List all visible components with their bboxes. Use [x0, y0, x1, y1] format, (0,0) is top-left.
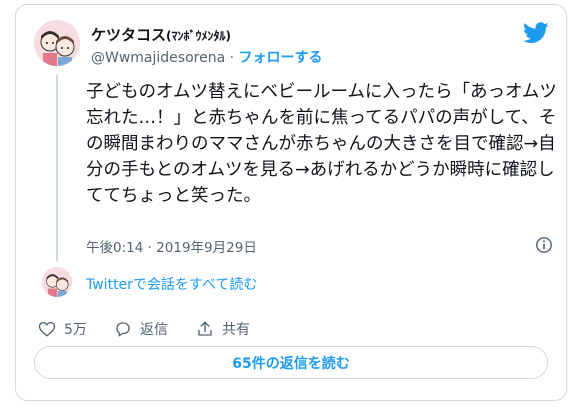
twitter-bird-icon[interactable] — [523, 22, 549, 44]
read-conversation-link[interactable]: Twitterで会話をすべて読む — [86, 274, 257, 294]
share-icon — [198, 321, 212, 336]
share-label: 共有 — [222, 322, 250, 338]
read-replies-button[interactable]: 65件の返信を読む — [34, 346, 548, 379]
reply-bubble-icon — [116, 322, 130, 337]
like-count: 5万 — [64, 322, 87, 338]
avatar-illustration-icon — [34, 20, 80, 66]
heart-icon — [38, 321, 56, 337]
avatar-illustration-icon — [42, 267, 72, 297]
author-handle-row: @Wwmajidesorena · フォローする — [91, 47, 323, 67]
author-avatar[interactable] — [34, 20, 80, 66]
author-display-name[interactable]: ケツタコス(ﾏﾝﾎﾞｳﾒﾝﾀﾙ) — [91, 24, 231, 45]
handle-separator: · — [225, 50, 239, 66]
tweet-embed-card: ケツタコス(ﾏﾝﾎﾞｳﾒﾝﾀﾙ) @Wwmajidesorena · フォローす… — [15, 4, 567, 401]
reply-label: 返信 — [140, 322, 168, 338]
author-handle[interactable]: @Wwmajidesorena — [91, 50, 225, 66]
tweet-text: 子どものオムツ替えにベビールームに入ったら「あっオムツ忘れた…！」と赤ちゃんを前… — [86, 82, 557, 206]
share-button[interactable]: 共有 — [196, 319, 250, 339]
tweet-timestamp[interactable]: 午後0:14 · 2019年9月29日 — [86, 236, 257, 256]
like-button[interactable]: 5万 — [38, 319, 87, 339]
display-name-suffix: (ﾏﾝﾎﾞｳﾒﾝﾀﾙ) — [166, 29, 231, 43]
follow-button[interactable]: フォローする — [239, 50, 323, 66]
thread-author-avatar[interactable] — [42, 267, 72, 297]
display-name-text: ケツタコス — [91, 26, 167, 44]
info-icon[interactable] — [535, 236, 553, 254]
thread-line — [56, 75, 58, 261]
reply-button[interactable]: 返信 — [114, 319, 168, 339]
